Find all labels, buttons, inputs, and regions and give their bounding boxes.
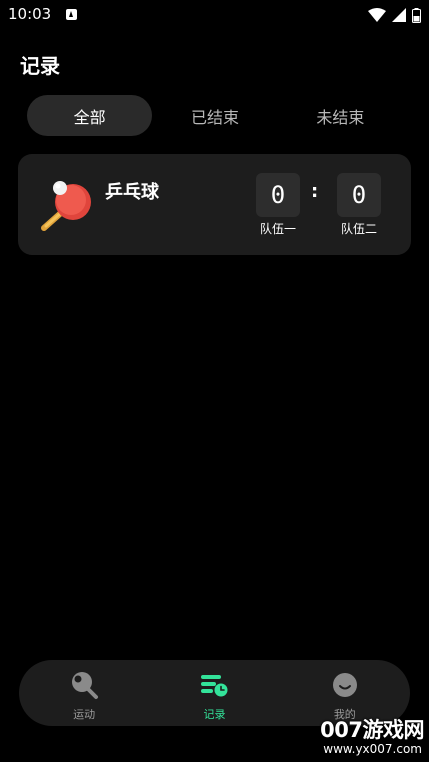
- nav-label-records: 记录: [203, 708, 226, 721]
- status-icons: [368, 7, 421, 23]
- record-card[interactable]: 乒乓球 0 : 0 队伍一 队伍二: [18, 154, 411, 255]
- tab-finished[interactable]: 已结束: [152, 95, 277, 136]
- nav-label-sport: 运动: [73, 708, 96, 721]
- nav-item-sport[interactable]: 运动: [19, 660, 149, 726]
- watermark: 007游戏网 www.yx007.com: [318, 714, 426, 760]
- sport-name: 乒乓球: [105, 182, 159, 203]
- signal-icon: [392, 8, 406, 22]
- filter-tabs: 全部 已结束 未结束: [27, 95, 403, 136]
- nav-item-records[interactable]: 记录: [149, 660, 279, 726]
- ping-pong-paddle-icon: [41, 181, 91, 231]
- smiley-icon: [332, 673, 357, 697]
- status-time: 10:03: [8, 5, 52, 23]
- tab-all[interactable]: 全部: [27, 95, 153, 136]
- watermark-url: www.yx007.com: [323, 742, 422, 756]
- team-one-label: 队伍一: [259, 222, 296, 236]
- team-two-label: 队伍二: [340, 222, 377, 236]
- record-list-icon: [201, 675, 228, 697]
- wifi-icon: [368, 8, 386, 22]
- team-two-score: 0: [337, 173, 381, 217]
- notification-icon: [66, 9, 77, 20]
- status-bar: 10:03: [0, 0, 429, 30]
- team-one-score: 0: [256, 173, 300, 217]
- watermark-title: 007游戏网: [320, 718, 424, 742]
- score-separator: :: [311, 181, 319, 202]
- ping-pong-icon: [72, 672, 99, 699]
- page-title: 记录: [20, 54, 60, 78]
- tab-unfinished[interactable]: 未结束: [278, 95, 403, 136]
- battery-icon: [412, 7, 421, 23]
